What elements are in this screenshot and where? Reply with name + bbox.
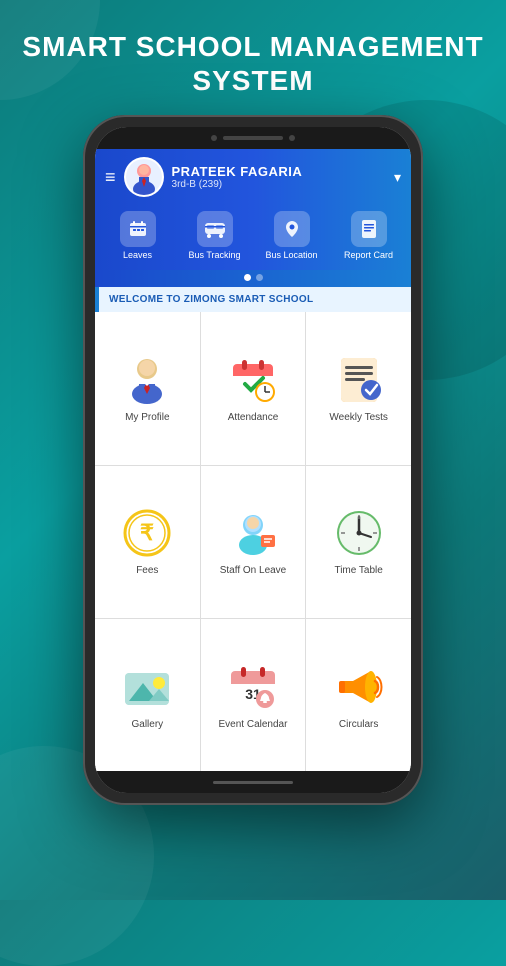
- time-table-icon: [333, 507, 385, 559]
- phone-top-bar: [95, 127, 411, 149]
- quick-nav: Leaves Bus Tracking: [95, 205, 411, 270]
- report-card-icon: [351, 211, 387, 247]
- dot-2[interactable]: [256, 274, 263, 281]
- phone-frame: ≡ PRATEEK FAGARIA 3rd-B (239): [83, 115, 423, 805]
- user-class: 3rd-B (239): [172, 179, 386, 190]
- nav-label-bus-tracking: Bus Tracking: [188, 250, 240, 260]
- fees-icon: ₹: [121, 507, 173, 559]
- nav-item-bus-tracking[interactable]: Bus Tracking: [185, 211, 245, 260]
- nav-item-leaves[interactable]: Leaves: [108, 211, 168, 260]
- bus-location-icon: [274, 211, 310, 247]
- menu-label-event-calendar: Event Calendar: [219, 719, 288, 730]
- menu-label-attendance: Attendance: [228, 412, 279, 423]
- bus-tracking-icon: [197, 211, 233, 247]
- user-dropdown-button[interactable]: ▾: [394, 169, 401, 186]
- nav-item-report-card[interactable]: Report Card: [339, 211, 399, 260]
- menu-label-fees: Fees: [136, 565, 158, 576]
- menu-label-staff-on-leave: Staff On Leave: [220, 565, 287, 576]
- weekly-tests-icon: [333, 354, 385, 406]
- circulars-icon: [333, 661, 385, 713]
- menu-label-gallery: Gallery: [131, 719, 163, 730]
- camera-dot-2: [289, 135, 295, 141]
- menu-item-weekly-tests[interactable]: Weekly Tests: [306, 312, 411, 464]
- menu-label-weekly-tests: Weekly Tests: [329, 412, 388, 423]
- welcome-banner: WELCOME TO ZIMONG SMART SCHOOL: [95, 287, 411, 312]
- phone-bottom-bar: [95, 771, 411, 793]
- hamburger-menu-button[interactable]: ≡: [105, 167, 116, 188]
- staff-on-leave-icon: [227, 507, 279, 559]
- nav-label-leaves: Leaves: [123, 250, 152, 260]
- speaker-bar: [223, 136, 283, 140]
- avatar-figure: [126, 159, 162, 195]
- menu-label-my-profile: My Profile: [125, 412, 169, 423]
- nav-label-bus-location: Bus Location: [265, 250, 317, 260]
- nav-item-bus-location[interactable]: Bus Location: [262, 211, 322, 260]
- app-header: ≡ PRATEEK FAGARIA 3rd-B (239): [95, 149, 411, 205]
- menu-item-my-profile[interactable]: My Profile: [95, 312, 200, 464]
- leaves-icon: [120, 211, 156, 247]
- menu-item-gallery[interactable]: Gallery: [95, 619, 200, 771]
- carousel-dots: [95, 270, 411, 287]
- menu-item-time-table[interactable]: Time Table: [306, 466, 411, 618]
- avatar: [124, 157, 164, 197]
- menu-item-attendance[interactable]: Attendance: [201, 312, 306, 464]
- camera-dot: [211, 135, 217, 141]
- home-indicator[interactable]: [213, 781, 293, 784]
- svg-text:₹: ₹: [140, 520, 154, 545]
- dot-1[interactable]: [244, 274, 251, 281]
- my-profile-icon: [121, 354, 173, 406]
- menu-item-circulars[interactable]: Circulars: [306, 619, 411, 771]
- attendance-icon: [227, 354, 279, 406]
- user-name: PRATEEK FAGARIA: [172, 164, 386, 179]
- gallery-icon: [121, 661, 173, 713]
- menu-item-staff-on-leave[interactable]: Staff On Leave: [201, 466, 306, 618]
- phone-screen: ≡ PRATEEK FAGARIA 3rd-B (239): [95, 127, 411, 793]
- menu-label-circulars: Circulars: [339, 719, 378, 730]
- nav-label-report-card: Report Card: [344, 250, 393, 260]
- page-title: SMART SCHOOL MANAGEMENTSYSTEM: [2, 30, 503, 97]
- menu-item-event-calendar[interactable]: 31 Event Calendar: [201, 619, 306, 771]
- menu-grid: My Profile: [95, 312, 411, 771]
- menu-item-fees[interactable]: ₹ Fees: [95, 466, 200, 618]
- user-info: PRATEEK FAGARIA 3rd-B (239): [172, 164, 386, 190]
- event-calendar-icon: 31: [227, 661, 279, 713]
- menu-label-time-table: Time Table: [334, 565, 382, 576]
